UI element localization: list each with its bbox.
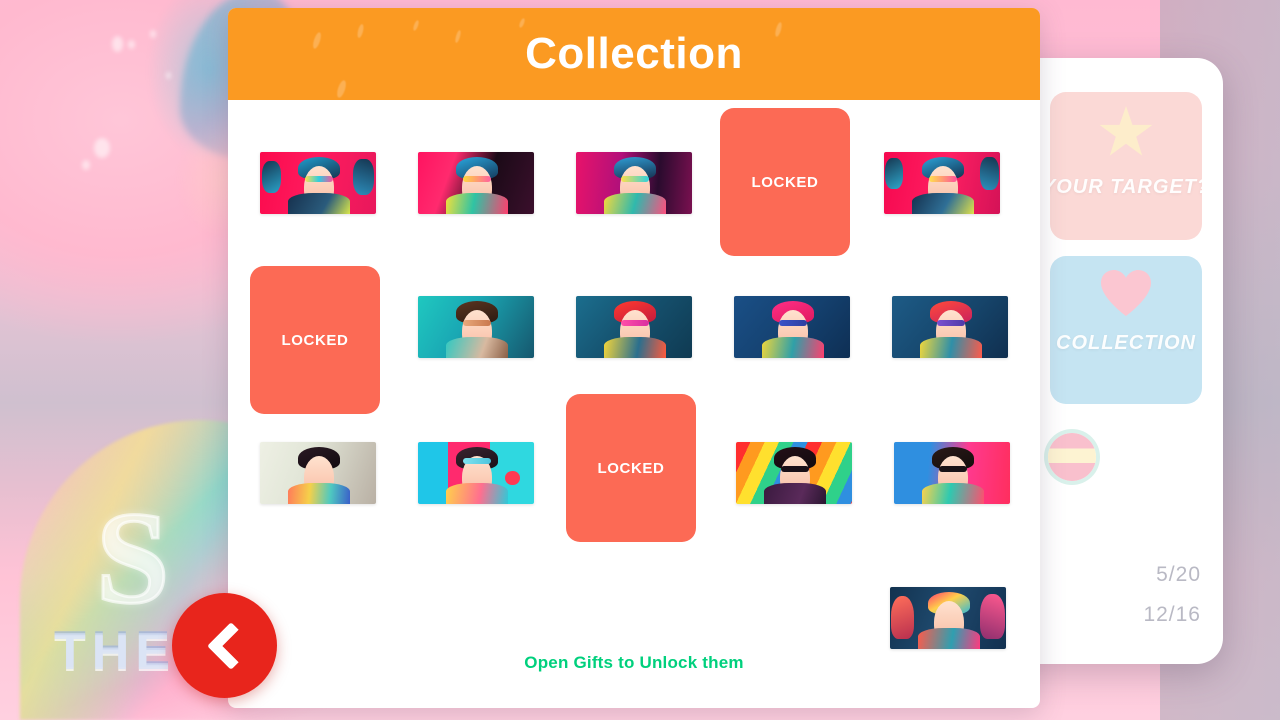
stat-value: 12/16 — [1143, 603, 1201, 626]
stat-value: 5/20 — [1156, 563, 1201, 586]
side-card-label: COLLECTION — [1056, 332, 1196, 354]
collection-thumbnail — [892, 296, 1008, 358]
grid-item-image[interactable] — [260, 152, 376, 214]
grid-item-image[interactable] — [736, 442, 852, 504]
game-screen: S THE YOUR TARGET? COLLECTION ed: 5/20 o… — [0, 0, 1280, 720]
locked-label: LOCKED — [281, 331, 349, 349]
header-speck — [311, 31, 323, 50]
background-speck — [94, 138, 110, 158]
grid-item-image[interactable] — [884, 152, 1000, 214]
collection-modal: Collection LOCKED LOCKED LOCKED Open Gif… — [228, 8, 1040, 708]
medal-badge-icon[interactable] — [1048, 433, 1096, 481]
grid-item-image[interactable] — [418, 296, 534, 358]
collection-thumbnail — [576, 296, 692, 358]
background-title-small: THE — [54, 623, 176, 681]
grid-item-image[interactable] — [576, 152, 692, 214]
background-title-large: S — [94, 484, 172, 631]
background-speck — [112, 36, 123, 52]
collection-thumbnail — [734, 296, 850, 358]
collection-thumbnail — [418, 442, 534, 504]
grid-item-locked[interactable]: LOCKED — [720, 108, 850, 256]
modal-header: Collection — [228, 8, 1040, 100]
header-speck — [518, 17, 526, 29]
collection-thumbnail — [894, 442, 1010, 504]
locked-card: LOCKED — [250, 266, 380, 414]
collection-thumbnail — [260, 442, 376, 504]
grid-item-image[interactable] — [890, 587, 1006, 649]
side-card-your-target[interactable]: YOUR TARGET? — [1050, 92, 1202, 240]
unlock-hint-text: Open Gifts to Unlock them — [524, 653, 744, 672]
side-card-label: YOUR TARGET? — [1050, 176, 1202, 198]
grid-item-locked[interactable]: LOCKED — [566, 394, 696, 542]
grid-item-image[interactable] — [892, 296, 1008, 358]
locked-card: LOCKED — [720, 108, 850, 256]
collection-thumbnail — [890, 587, 1006, 649]
background-speck — [166, 72, 171, 79]
header-speck — [412, 19, 420, 32]
grid-item-image[interactable] — [418, 442, 534, 504]
collection-thumbnail — [576, 152, 692, 214]
grid-item-image[interactable] — [418, 152, 534, 214]
grid-item-locked[interactable]: LOCKED — [250, 266, 380, 414]
locked-label: LOCKED — [751, 173, 819, 191]
grid-item-image[interactable] — [734, 296, 850, 358]
grid-item-image[interactable] — [260, 442, 376, 504]
header-speck — [774, 21, 783, 38]
grid-item-image[interactable] — [576, 296, 692, 358]
chevron-left-icon — [206, 621, 255, 670]
locked-label: LOCKED — [597, 459, 665, 477]
header-speck — [356, 23, 365, 39]
heart-icon — [1101, 270, 1151, 316]
header-speck — [454, 29, 462, 44]
side-card-collection[interactable]: COLLECTION — [1050, 256, 1202, 404]
collection-grid: LOCKED LOCKED LOCKED — [228, 100, 1040, 649]
page-title: Collection — [525, 29, 743, 78]
background-speck — [150, 30, 156, 38]
star-icon — [1099, 106, 1153, 160]
back-button[interactable] — [172, 593, 277, 698]
grid-item-image[interactable] — [894, 442, 1010, 504]
collection-thumbnail — [736, 442, 852, 504]
background-speck — [82, 160, 90, 170]
locked-card: LOCKED — [566, 394, 696, 542]
header-speck — [335, 79, 348, 99]
collection-thumbnail — [884, 152, 1000, 214]
collection-thumbnail — [418, 152, 534, 214]
background-speck — [128, 40, 135, 49]
collection-thumbnail — [418, 296, 534, 358]
collection-thumbnail — [260, 152, 376, 214]
